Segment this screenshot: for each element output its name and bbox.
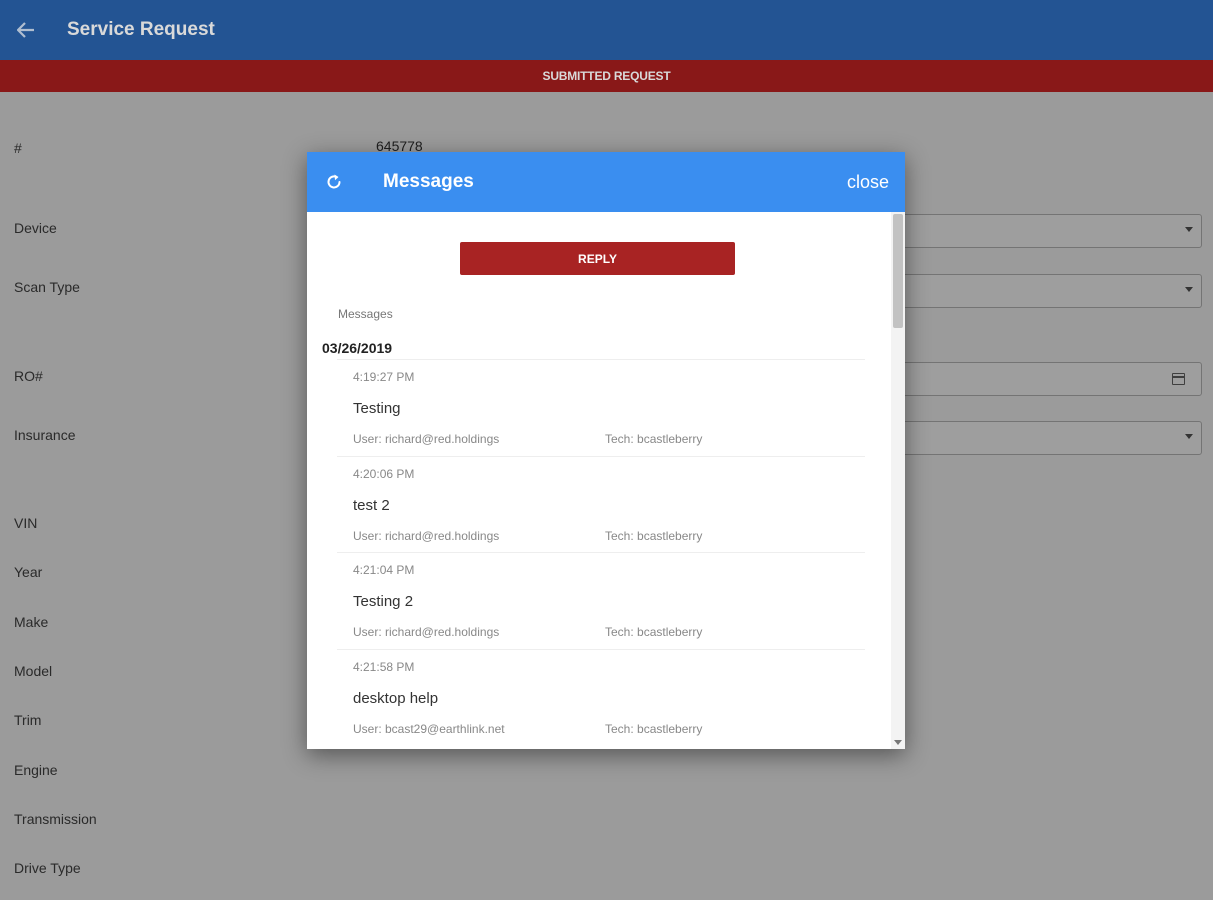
status-banner-text: SUBMITTED REQUEST bbox=[542, 69, 671, 83]
message-item: 4:21:04 PM Testing 2 User: richard@red.h… bbox=[337, 552, 865, 649]
back-button[interactable] bbox=[0, 0, 52, 60]
scrollbar-thumb[interactable] bbox=[893, 214, 903, 328]
messages-section-label: Messages bbox=[338, 307, 393, 321]
message-date-header: 03/26/2019 bbox=[322, 340, 393, 356]
refresh-icon bbox=[327, 174, 341, 189]
message-time: 4:21:04 PM bbox=[353, 563, 415, 577]
message-user: User: bcast29@earthlink.net bbox=[353, 722, 505, 736]
arrow-left-icon bbox=[17, 22, 34, 38]
message-time: 4:19:27 PM bbox=[353, 370, 415, 384]
message-item: 4:21:58 PM desktop help User: bcast29@ea… bbox=[337, 649, 865, 746]
message-item: 4:20:06 PM test 2 User: richard@red.hold… bbox=[337, 456, 865, 553]
scroll-down-arrow-icon[interactable] bbox=[894, 740, 902, 745]
message-tech: Tech: bcastleberry bbox=[605, 432, 703, 446]
messages-dialog: Messages close REPLY Messages 03/26/2019… bbox=[307, 152, 905, 749]
page-title: Service Request bbox=[67, 19, 215, 40]
refresh-button[interactable] bbox=[307, 152, 361, 212]
message-tech: Tech: bcastleberry bbox=[605, 722, 703, 736]
message-text: desktop help bbox=[353, 690, 439, 707]
dialog-scrollbar[interactable] bbox=[891, 212, 905, 749]
dialog-header: Messages close bbox=[307, 152, 905, 212]
message-text: Testing 2 bbox=[353, 593, 414, 610]
message-tech: Tech: bcastleberry bbox=[605, 529, 703, 543]
message-user: User: richard@red.holdings bbox=[353, 529, 500, 543]
dialog-body[interactable]: REPLY Messages 03/26/2019 4:19:27 PM Tes… bbox=[307, 212, 891, 749]
message-time: 4:21:58 PM bbox=[353, 660, 415, 674]
reply-button[interactable]: REPLY bbox=[460, 242, 735, 275]
message-tech: Tech: bcastleberry bbox=[605, 625, 703, 639]
message-item: 4:19:27 PM Testing User: richard@red.hol… bbox=[337, 359, 865, 456]
dialog-title: Messages bbox=[383, 171, 474, 192]
message-text: Testing bbox=[353, 400, 401, 417]
message-text: test 2 bbox=[353, 497, 390, 514]
message-time: 4:20:06 PM bbox=[353, 467, 415, 481]
close-button[interactable]: close bbox=[847, 172, 889, 193]
status-banner: SUBMITTED REQUEST bbox=[0, 60, 1213, 92]
message-user: User: richard@red.holdings bbox=[353, 625, 500, 639]
app-bar: Service Request bbox=[0, 0, 1213, 60]
message-user: User: richard@red.holdings bbox=[353, 432, 500, 446]
